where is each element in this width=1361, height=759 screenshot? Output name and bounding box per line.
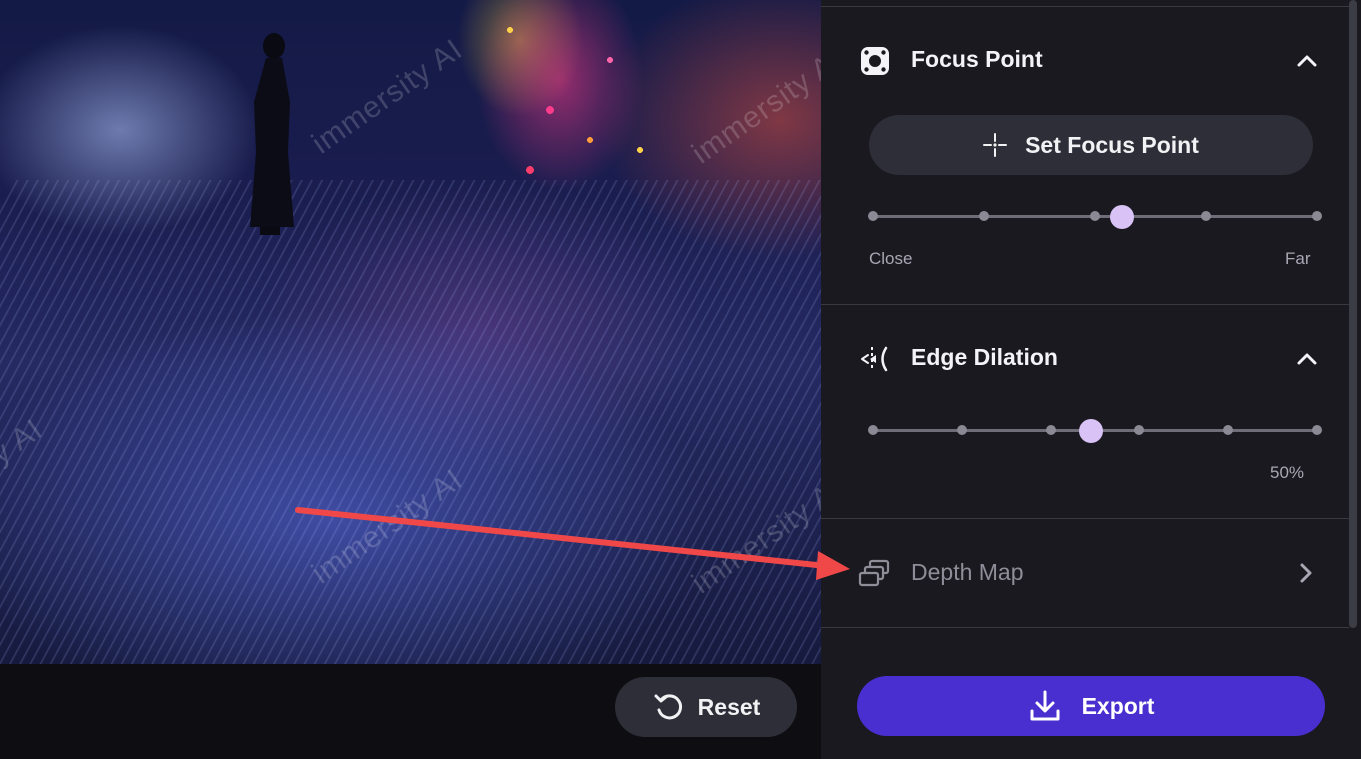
divider xyxy=(821,304,1349,305)
reset-button[interactable]: Reset xyxy=(615,677,797,737)
flower-lights xyxy=(490,0,770,200)
download-icon xyxy=(1030,690,1060,721)
export-button[interactable]: Export xyxy=(857,676,1325,736)
panel-scrollbar[interactable] xyxy=(1349,0,1357,628)
person-silhouette xyxy=(250,33,294,235)
settings-panel xyxy=(821,0,1361,759)
focus-target-icon xyxy=(861,47,889,75)
focus-point-title: Focus Point xyxy=(911,46,1043,72)
app-window: immersity AI immersity AI immersity AI i… xyxy=(0,0,1361,759)
slider-tick xyxy=(1223,425,1233,435)
chevron-right-icon xyxy=(1300,563,1312,583)
edge-dilation-icon xyxy=(861,346,888,372)
slider-tick xyxy=(979,211,989,221)
divider xyxy=(821,6,1349,7)
divider xyxy=(821,627,1349,628)
slider-max-label: Far xyxy=(1285,249,1311,268)
image-preview: immersity AI immersity AI immersity AI i… xyxy=(0,0,821,664)
undo-icon xyxy=(654,694,682,720)
reset-label: Reset xyxy=(697,693,761,720)
collapse-chevron-up-icon[interactable] xyxy=(1295,50,1319,72)
slider-tick xyxy=(1201,211,1211,221)
depth-map-row[interactable]: Depth Map xyxy=(821,519,1349,627)
slider-min-label: Close xyxy=(869,249,913,268)
set-focus-point-button[interactable]: Set Focus Point xyxy=(869,115,1313,175)
slider-tick xyxy=(1134,425,1144,435)
layers-icon xyxy=(858,559,890,587)
crosshair-icon xyxy=(983,133,1008,157)
slider-tick xyxy=(868,211,878,221)
slider-thumb[interactable] xyxy=(1110,205,1134,229)
collapse-chevron-up-icon[interactable] xyxy=(1295,348,1319,370)
slider-tick xyxy=(957,425,967,435)
slider-tick xyxy=(1090,211,1100,221)
slider-tick xyxy=(868,425,878,435)
edge-dilation-title: Edge Dilation xyxy=(911,344,1058,370)
slider-value-label: 50% xyxy=(1270,463,1305,482)
slider-tick xyxy=(1312,211,1322,221)
depth-map-title: Depth Map xyxy=(911,559,1024,585)
export-label: Export xyxy=(1081,692,1155,719)
slider-tick xyxy=(1046,425,1056,435)
slider-thumb[interactable] xyxy=(1079,419,1103,443)
set-focus-point-label: Set Focus Point xyxy=(1025,131,1199,158)
slider-tick xyxy=(1312,425,1322,435)
watermark: immersity AI xyxy=(306,32,469,161)
